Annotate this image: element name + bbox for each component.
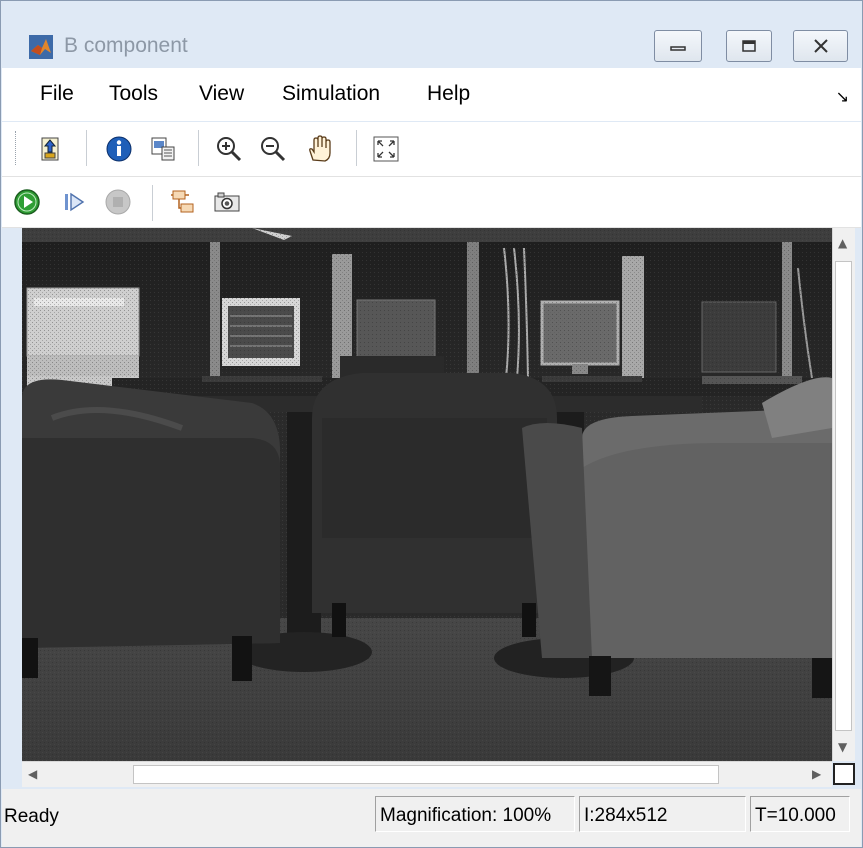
- close-button[interactable]: [793, 30, 848, 62]
- toolbar-simulation: [2, 177, 861, 228]
- maximize-button[interactable]: [726, 30, 772, 62]
- scroll-down-arrow-icon[interactable]: ▼: [838, 740, 847, 754]
- menu-tools[interactable]: Tools: [109, 82, 158, 106]
- zoom-out-icon: [261, 137, 286, 162]
- matlab-app-icon: [29, 35, 53, 59]
- status-bar: Ready Magnification: 100% I:284x512 T=10…: [2, 789, 861, 847]
- step-forward-button[interactable]: [59, 187, 89, 217]
- scroll-right-arrow-icon[interactable]: ▶: [812, 767, 821, 781]
- fit-to-window-icon: [373, 136, 399, 162]
- video-frame-display[interactable]: [22, 228, 832, 761]
- vertical-scroll-thumb[interactable]: [835, 261, 852, 731]
- toolbar-view: [2, 122, 861, 177]
- vertical-scrollbar[interactable]: ▲ ▼: [832, 228, 855, 761]
- highlight-simulink-block-icon: [171, 190, 194, 213]
- minimize-button[interactable]: [654, 30, 702, 62]
- run-icon: [14, 189, 40, 215]
- pan-hand-icon: [309, 135, 331, 162]
- dock-arrow-icon[interactable]: ↘: [836, 87, 849, 106]
- toolbar-separator: [198, 130, 199, 166]
- menu-simulation[interactable]: Simulation: [282, 82, 380, 106]
- parent-model-button[interactable]: [35, 134, 65, 164]
- zoom-out-button[interactable]: [258, 134, 288, 164]
- menu-file[interactable]: File: [40, 82, 74, 106]
- parent-model-icon: [41, 137, 59, 161]
- export-icon: [151, 137, 175, 161]
- maximize-icon: [742, 40, 756, 52]
- minimize-icon: [670, 46, 686, 51]
- window-title: B component: [64, 34, 188, 57]
- pan-button[interactable]: [304, 134, 334, 164]
- toolbar-separator: [86, 130, 87, 166]
- zoom-in-button[interactable]: [214, 134, 244, 164]
- grayscale-video-frame: [22, 228, 832, 761]
- scrollbar-corner: [833, 763, 855, 785]
- fit-to-window-button[interactable]: [371, 134, 401, 164]
- horizontal-scrollbar[interactable]: ◀ ▶: [22, 761, 832, 787]
- title-bar[interactable]: B component: [1, 1, 862, 67]
- snapshot-camera-icon: [214, 192, 240, 212]
- status-time-panel: T=10.000: [750, 796, 850, 832]
- close-icon: [813, 39, 828, 53]
- step-forward-icon: [65, 192, 85, 212]
- toolbar-separator: [356, 130, 357, 166]
- menu-view[interactable]: View: [199, 82, 244, 106]
- stop-button: [103, 187, 133, 217]
- menu-bar: File Tools View Simulation Help ↘: [2, 68, 861, 121]
- status-magnification: Magnification: 100%: [380, 805, 552, 826]
- status-image-size: I:284x512: [584, 805, 668, 826]
- scroll-left-arrow-icon[interactable]: ◀: [28, 767, 37, 781]
- scroll-up-arrow-icon[interactable]: ▲: [838, 236, 847, 250]
- highlight-block-button[interactable]: [168, 187, 198, 217]
- toolbar-grip[interactable]: [15, 131, 18, 165]
- info-button[interactable]: [104, 134, 134, 164]
- zoom-in-icon: [217, 137, 242, 162]
- snapshot-button[interactable]: [212, 187, 242, 217]
- status-time: T=10.000: [755, 805, 836, 826]
- info-icon: [106, 136, 132, 162]
- status-ready: Ready: [4, 806, 59, 827]
- horizontal-scroll-thumb[interactable]: [133, 765, 719, 784]
- status-magnification-panel: Magnification: 100%: [375, 796, 575, 832]
- run-button[interactable]: [12, 187, 42, 217]
- stop-icon: [105, 189, 131, 215]
- status-image-size-panel: I:284x512: [579, 796, 746, 832]
- menu-help[interactable]: Help: [427, 82, 470, 106]
- toolbar-separator: [152, 185, 153, 221]
- viewer-window: B component File Tools View Simulation H…: [0, 0, 863, 848]
- export-button[interactable]: [148, 134, 178, 164]
